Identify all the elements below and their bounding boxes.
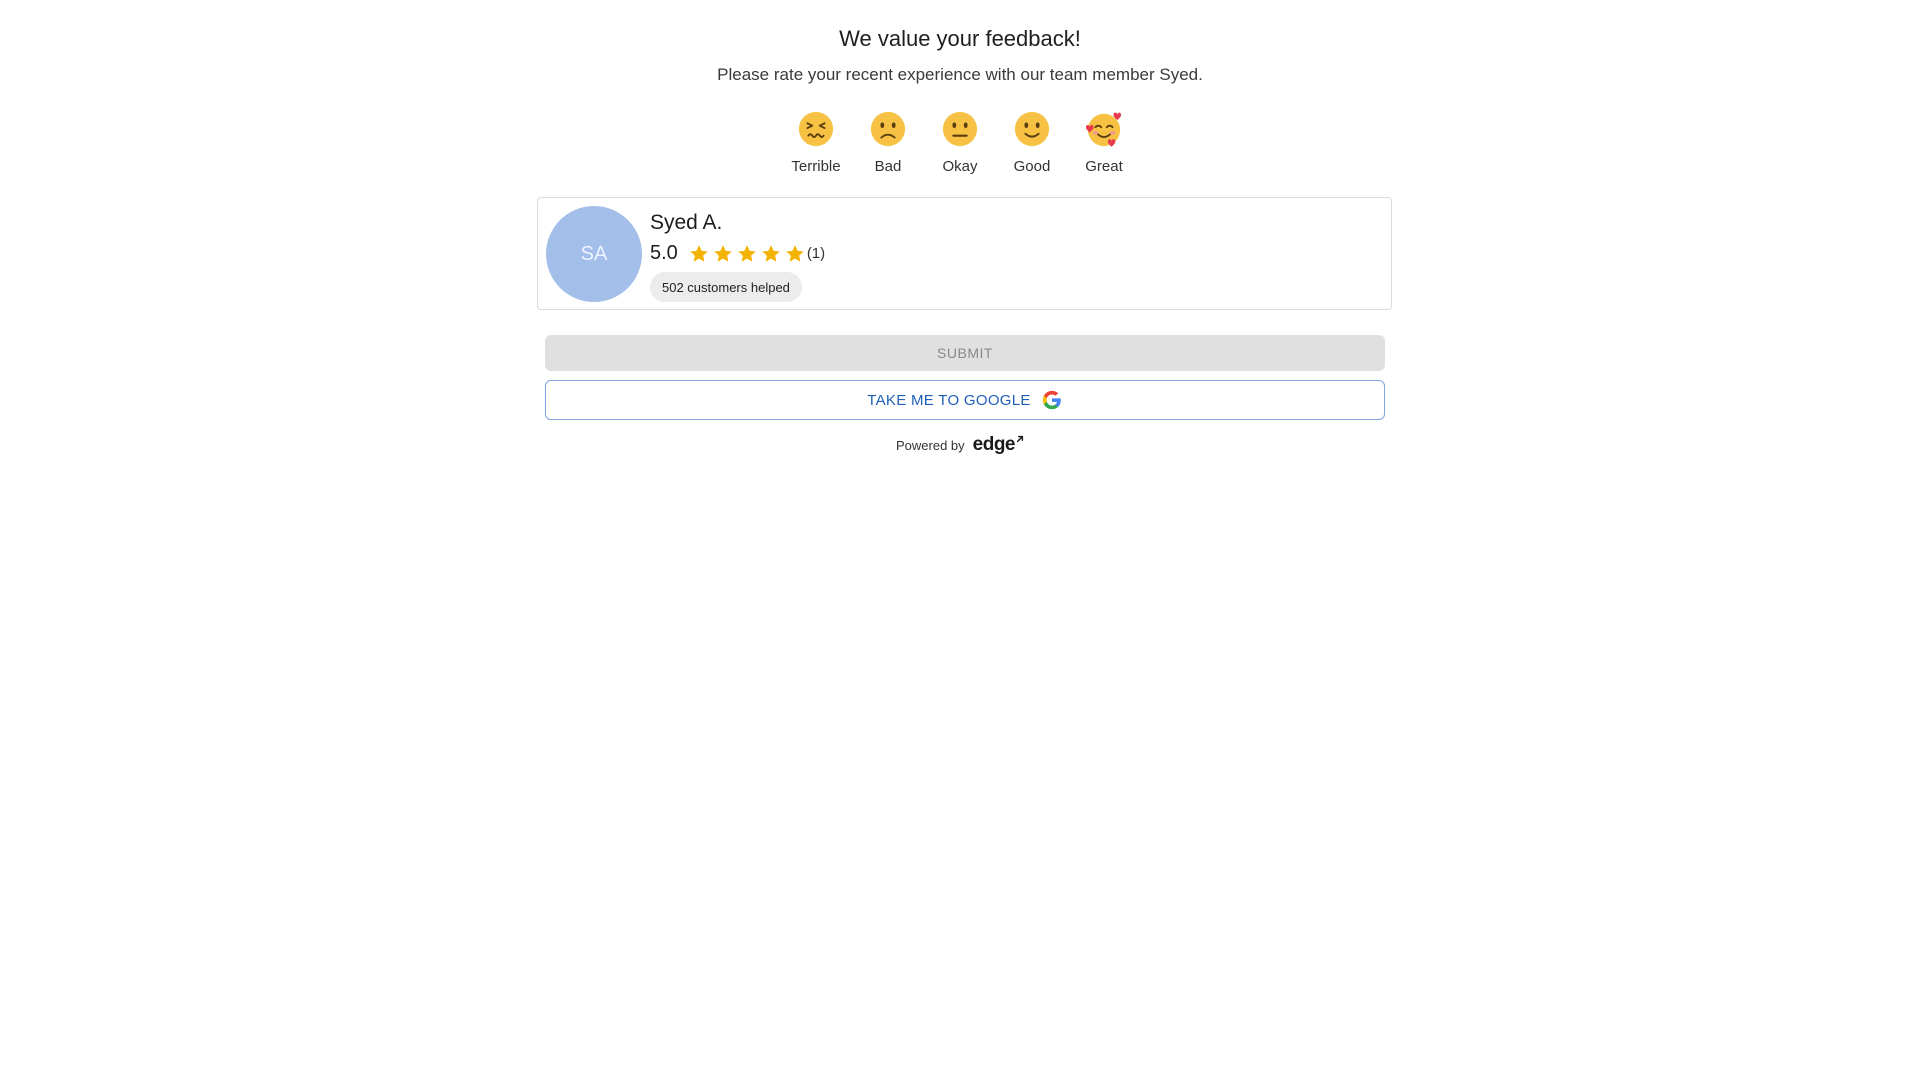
star-rating (688, 243, 806, 265)
grimacing-face-icon (798, 111, 834, 147)
rating-label: Terrible (791, 158, 841, 175)
google-icon (1042, 390, 1061, 410)
arrow-up-right-icon (1016, 435, 1024, 443)
rating-great[interactable]: Great (1068, 110, 1140, 175)
edge-logo-text: edge (972, 434, 1016, 455)
powered-by-label: Powered by (895, 437, 965, 453)
member-name: Syed A. (650, 211, 723, 234)
rating-score: 5.0 (650, 242, 678, 264)
star-icon (690, 244, 708, 262)
slightly-frowning-face-icon (870, 111, 906, 147)
slightly-smiling-face-icon (1014, 111, 1050, 147)
page-subtitle: Please rate your recent experience with … (717, 65, 1203, 84)
google-button-label: TAKE ME TO GOOGLE (867, 391, 1031, 409)
edge-logo: edge (973, 434, 1024, 456)
star-icon (714, 244, 732, 262)
customers-helped-badge: 502 customers helped (650, 272, 802, 302)
rating-label: Bad (874, 158, 902, 175)
powered-by: Powered by edge (0, 434, 1920, 456)
rating-bad[interactable]: Bad (852, 110, 924, 175)
rating-terrible[interactable]: Terrible (780, 110, 852, 175)
avatar: SA (546, 206, 642, 302)
submit-button[interactable]: SUBMIT (545, 335, 1385, 371)
team-member-card: SA Syed A. 5.0 (1) 502 customers helped (537, 197, 1392, 310)
take-me-to-google-button[interactable]: TAKE ME TO GOOGLE (545, 380, 1385, 420)
review-count: (1) (806, 245, 826, 262)
rating-good[interactable]: Good (996, 110, 1068, 175)
page-title: We value your feedback! (839, 26, 1081, 51)
rating-okay[interactable]: Okay (924, 110, 996, 175)
rating-options: Terrible Bad Okay Good Great (0, 110, 1920, 175)
star-icon (786, 244, 804, 262)
rating-label: Okay (942, 158, 978, 175)
rating-label: Good (1013, 158, 1051, 175)
star-icon (762, 244, 780, 262)
neutral-face-icon (942, 111, 978, 147)
feedback-page: We value your feedback! Please rate your… (0, 0, 1920, 1080)
star-icon (738, 244, 756, 262)
rating-label: Great (1085, 158, 1123, 175)
score-row: 5.0 (1) (650, 242, 825, 265)
smiling-face-with-hearts-icon (1085, 112, 1122, 148)
